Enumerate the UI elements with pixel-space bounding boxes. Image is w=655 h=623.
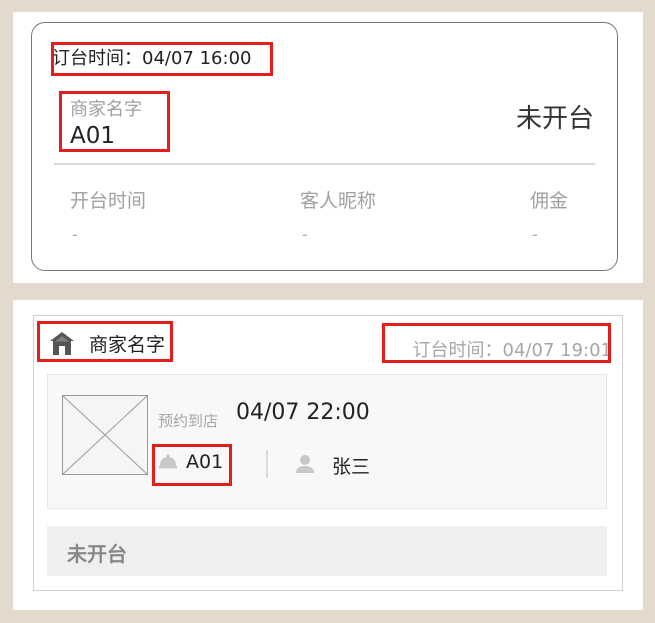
bottom-panel: 商家名字 订台时间：04/07 19:01 预约到店 04/07 22:00 A… <box>13 300 643 610</box>
col-value-commission: - <box>532 225 538 244</box>
image-placeholder-icon <box>62 395 148 475</box>
separator <box>266 450 268 478</box>
order-card-2[interactable]: 商家名字 订台时间：04/07 19:01 预约到店 04/07 22:00 A… <box>33 315 623 591</box>
highlight-order-time <box>51 42 273 76</box>
reservation-detail: 预约到店 04/07 22:00 A01 张三 <box>47 374 607 509</box>
status-label: 未开台 <box>515 104 594 134</box>
col-header-open-time: 开台时间 <box>70 190 147 212</box>
highlight-order-time <box>382 323 611 363</box>
divider <box>54 163 595 165</box>
reserve-time: 04/07 22:00 <box>236 400 370 425</box>
col-header-guest-nickname: 客人昵称 <box>300 190 377 212</box>
status-label: 未开台 <box>67 542 127 566</box>
col-value-guest-nickname: - <box>302 225 308 244</box>
top-panel: 订台时间：04/07 16:00 商家名字 A01 未开台 开台时间 客人昵称 … <box>13 12 643 283</box>
col-value-open-time: - <box>72 225 78 244</box>
guest-name: 张三 <box>332 456 371 478</box>
col-header-commission: 佣金 <box>530 190 569 212</box>
reserve-label: 预约到店 <box>158 412 219 430</box>
status-bar: 未开台 <box>47 526 607 576</box>
highlight-table <box>152 444 232 486</box>
order-card-1[interactable]: 订台时间：04/07 16:00 商家名字 A01 未开台 开台时间 客人昵称 … <box>31 22 618 271</box>
user-icon <box>296 455 314 473</box>
highlight-merchant <box>59 91 170 152</box>
highlight-merchant <box>37 321 173 362</box>
